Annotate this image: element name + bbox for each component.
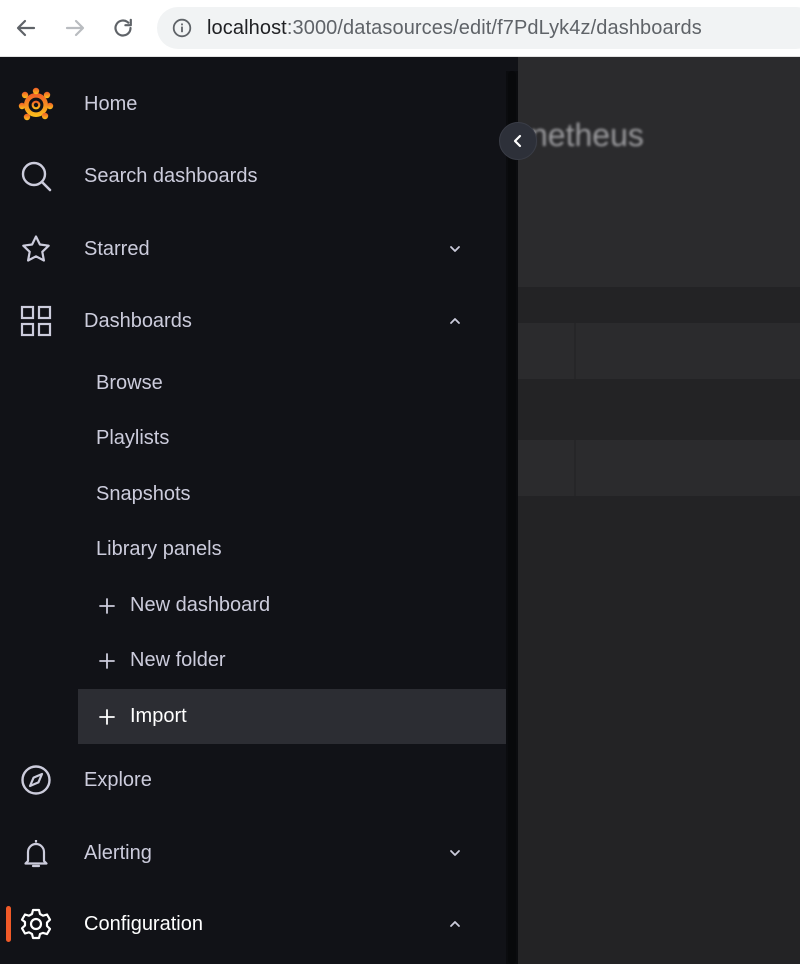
page-title: netheus: [530, 117, 644, 153]
submenu-label: Import: [130, 705, 187, 727]
nav-label-alerting: Alerting: [84, 841, 152, 864]
collapse-menu-button[interactable]: [499, 122, 537, 160]
nav-label-explore: Explore: [84, 768, 152, 791]
chevron-left-icon: [513, 134, 522, 148]
chevron-down-icon[interactable]: [447, 845, 463, 861]
plus-icon: [96, 650, 118, 672]
info-icon[interactable]: [171, 17, 193, 39]
page-header: netheus: [518, 57, 800, 287]
chevron-down-icon[interactable]: [447, 241, 463, 257]
nav-item-search[interactable]: Search dashboards: [0, 142, 506, 210]
nav-label-configuration: Configuration: [84, 912, 203, 935]
url-path: :3000/datasources/edit/f7PdLyk4z/dashboa…: [286, 16, 702, 39]
submenu-label: Browse: [96, 372, 163, 394]
plus-icon: [96, 595, 118, 617]
table-row: [518, 440, 800, 496]
nav-label-search: Search dashboards: [84, 164, 258, 187]
nav-item-starred[interactable]: Starred: [0, 215, 506, 283]
nav-item-alerting[interactable]: Alerting: [0, 819, 506, 887]
back-button[interactable]: [11, 10, 41, 46]
submenu-label: Library panels: [96, 538, 222, 560]
nav-label-dashboards: Dashboards: [84, 309, 192, 332]
side-menu: Home Search dashboards Starred Dashboard…: [0, 57, 518, 964]
table-row: [518, 323, 800, 379]
apps-grid-icon: [18, 303, 54, 339]
submenu-item-new-folder[interactable]: New folder: [78, 633, 506, 688]
browser-toolbar: localhost:3000/datasources/edit/f7PdLyk4…: [0, 0, 800, 57]
nav-item-dashboards[interactable]: Dashboards: [0, 287, 506, 355]
submenu-item-import[interactable]: Import: [78, 689, 506, 744]
submenu-label: New dashboard: [130, 594, 271, 616]
page-body: [518, 287, 800, 964]
chevron-up-icon[interactable]: [447, 916, 463, 932]
address-bar[interactable]: localhost:3000/datasources/edit/f7PdLyk4…: [157, 7, 800, 49]
submenu-label: Snapshots: [96, 483, 191, 505]
bell-icon: [18, 835, 54, 871]
nav-item-explore[interactable]: Explore: [0, 746, 506, 814]
reload-icon: [114, 18, 132, 37]
submenu-item-playlists[interactable]: Playlists: [78, 411, 506, 466]
submenu-label: Playlists: [96, 427, 170, 449]
url-host: localhost: [207, 16, 287, 39]
scrollbar[interactable]: [506, 71, 518, 964]
plus-icon: [96, 706, 118, 728]
nav-label-starred: Starred: [84, 237, 150, 260]
star-icon: [18, 231, 54, 267]
nav-label-home: Home: [84, 92, 138, 115]
reload-button[interactable]: [108, 10, 138, 46]
gear-icon: [18, 906, 54, 942]
submenu-item-library-panels[interactable]: Library panels: [78, 522, 506, 577]
nav-item-configuration[interactable]: Configuration: [0, 890, 506, 958]
chevron-up-icon[interactable]: [447, 313, 463, 329]
scrollbar-thumb[interactable]: [508, 71, 516, 964]
grafana-logo-icon: [18, 86, 54, 122]
search-icon: [18, 158, 54, 194]
nav-item-home[interactable]: Home: [0, 70, 506, 138]
compass-icon: [18, 762, 54, 798]
url-text: localhost:3000/datasources/edit/f7PdLyk4…: [207, 17, 702, 40]
forward-button[interactable]: [60, 10, 90, 46]
submenu-item-snapshots[interactable]: Snapshots: [78, 467, 506, 522]
submenu-item-browse[interactable]: Browse: [78, 356, 506, 411]
arrow-right-icon: [65, 19, 85, 37]
page-content: netheus: [518, 57, 800, 964]
submenu-label: New folder: [130, 649, 226, 671]
submenu-item-new-dashboard[interactable]: New dashboard: [78, 578, 506, 633]
arrow-left-icon: [16, 19, 36, 37]
